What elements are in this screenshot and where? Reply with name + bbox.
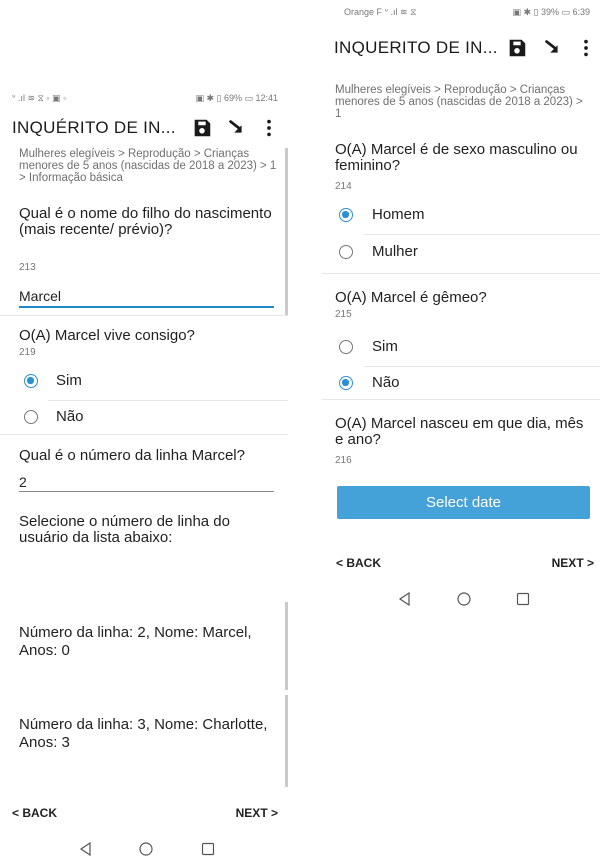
child-name-input[interactable]: Marcel: [19, 288, 61, 304]
app-title: INQUÉRITO DE IN...: [12, 118, 176, 137]
app-bar: INQUÉRITO DE IN...: [0, 108, 288, 148]
divider: [322, 273, 600, 274]
question-title: Selecione o número de linha do usuário d…: [19, 513, 230, 546]
option-label: Mulher: [372, 243, 418, 260]
option-label: Sim: [56, 372, 82, 389]
form-content[interactable]: Mulheres elegíveis > Reprodução > Crianç…: [0, 148, 288, 798]
radio-unchecked-icon[interactable]: [24, 410, 38, 424]
question-title: O(A) Marcel é gêmeo?: [335, 289, 487, 306]
breadcrumb: Mulheres elegíveis > Reprodução > Crianç…: [335, 84, 583, 120]
status-icons-left: ᐡ .ıl ≋ ⧖ ◦ ▣ ◦: [12, 93, 67, 103]
divider: [364, 366, 600, 367]
question-title: Qual é o número da linha Marcel?: [19, 447, 245, 464]
divider: [322, 399, 600, 400]
select-date-button[interactable]: Select date: [337, 486, 590, 519]
status-icons-right: ▣ ✱ ▯ 69% ▭ 12:41: [195, 93, 278, 103]
status-icons-right: ▣ ✱ ▯ 39% ▭ 6:39: [512, 7, 590, 17]
breadcrumb: Mulheres elegíveis > Reprodução > Crianç…: [19, 148, 277, 184]
app-title: INQUERITO DE IN...: [334, 38, 498, 57]
input-underline: [19, 491, 274, 492]
divider: [0, 315, 288, 316]
sync-icon[interactable]: [226, 117, 248, 139]
status-bar: ᐡ .ıl ≋ ⧖ ◦ ▣ ◦ ▣ ✱ ▯ 69% ▭ 12:41: [0, 86, 288, 108]
form-nav-bar: < BACK NEXT >: [0, 796, 288, 832]
divider: [48, 400, 288, 401]
right-phone-screen: Orange F ᐡ .ıl ≋ ⧖ ▣ ✱ ▯ 39% ▭ 6:39 INQU…: [322, 0, 600, 618]
radio-checked-icon[interactable]: [339, 208, 353, 222]
back-button[interactable]: < BACK: [12, 806, 57, 820]
save-icon[interactable]: [191, 117, 213, 139]
question-code: 219: [19, 347, 36, 358]
system-nav-bar: [322, 582, 600, 618]
line-number-input[interactable]: 2: [19, 474, 27, 490]
back-triangle-icon[interactable]: [78, 841, 94, 857]
question-code: 216: [335, 455, 352, 466]
radio-checked-icon[interactable]: [339, 376, 353, 390]
divider: [0, 434, 288, 435]
divider: [364, 234, 600, 235]
radio-unchecked-icon[interactable]: [339, 245, 353, 259]
option-label: Não: [56, 408, 84, 425]
question-title: O(A) Marcel vive consigo?: [19, 327, 195, 344]
list-item[interactable]: Número da linha: 2, Nome: Marcel, Anos: …: [19, 624, 278, 660]
question-title: Qual é o nome do filho do nascimento (ma…: [19, 205, 272, 238]
list-item[interactable]: Número da linha: 3, Nome: Charlotte, Ano…: [19, 716, 278, 752]
option-label: Homem: [372, 206, 425, 223]
scrollbar[interactable]: [285, 148, 288, 316]
list-scrollbar[interactable]: [285, 602, 288, 690]
back-triangle-icon[interactable]: [397, 591, 413, 607]
form-nav-bar: < BACK NEXT >: [322, 546, 600, 582]
next-button[interactable]: NEXT >: [236, 806, 278, 820]
question-title: O(A) Marcel é de sexo masculino ou femin…: [335, 141, 578, 174]
home-circle-icon[interactable]: [138, 841, 154, 857]
question-title: O(A) Marcel nasceu em que dia, mês e ano…: [335, 415, 584, 448]
question-code: 214: [335, 181, 352, 192]
question-code: 215: [335, 309, 352, 320]
app-bar: INQUERITO DE IN...: [322, 28, 600, 68]
list-scrollbar[interactable]: [285, 695, 288, 787]
input-underline: [19, 306, 274, 308]
sync-icon[interactable]: [542, 37, 564, 59]
home-circle-icon[interactable]: [456, 591, 472, 607]
status-bar: Orange F ᐡ .ıl ≋ ⧖ ▣ ✱ ▯ 39% ▭ 6:39: [322, 0, 600, 22]
radio-checked-icon[interactable]: [24, 374, 38, 388]
system-nav-bar: [0, 832, 288, 868]
question-code: 213: [19, 262, 36, 273]
next-button[interactable]: NEXT >: [552, 556, 594, 570]
back-button[interactable]: < BACK: [336, 556, 381, 570]
recents-square-icon[interactable]: [515, 591, 531, 607]
option-label: Não: [372, 374, 400, 391]
left-phone-screen: ᐡ .ıl ≋ ⧖ ◦ ▣ ◦ ▣ ✱ ▯ 69% ▭ 12:41 INQUÉR…: [0, 86, 288, 868]
form-content[interactable]: Mulheres elegíveis > Reprodução > Crianç…: [322, 84, 600, 544]
recents-square-icon[interactable]: [200, 841, 216, 857]
more-vert-icon[interactable]: [258, 117, 280, 139]
radio-unchecked-icon[interactable]: [339, 340, 353, 354]
save-icon[interactable]: [506, 37, 528, 59]
option-label: Sim: [372, 338, 398, 355]
more-vert-icon[interactable]: [575, 37, 597, 59]
status-icons-left: Orange F ᐡ .ıl ≋ ⧖: [344, 7, 417, 17]
